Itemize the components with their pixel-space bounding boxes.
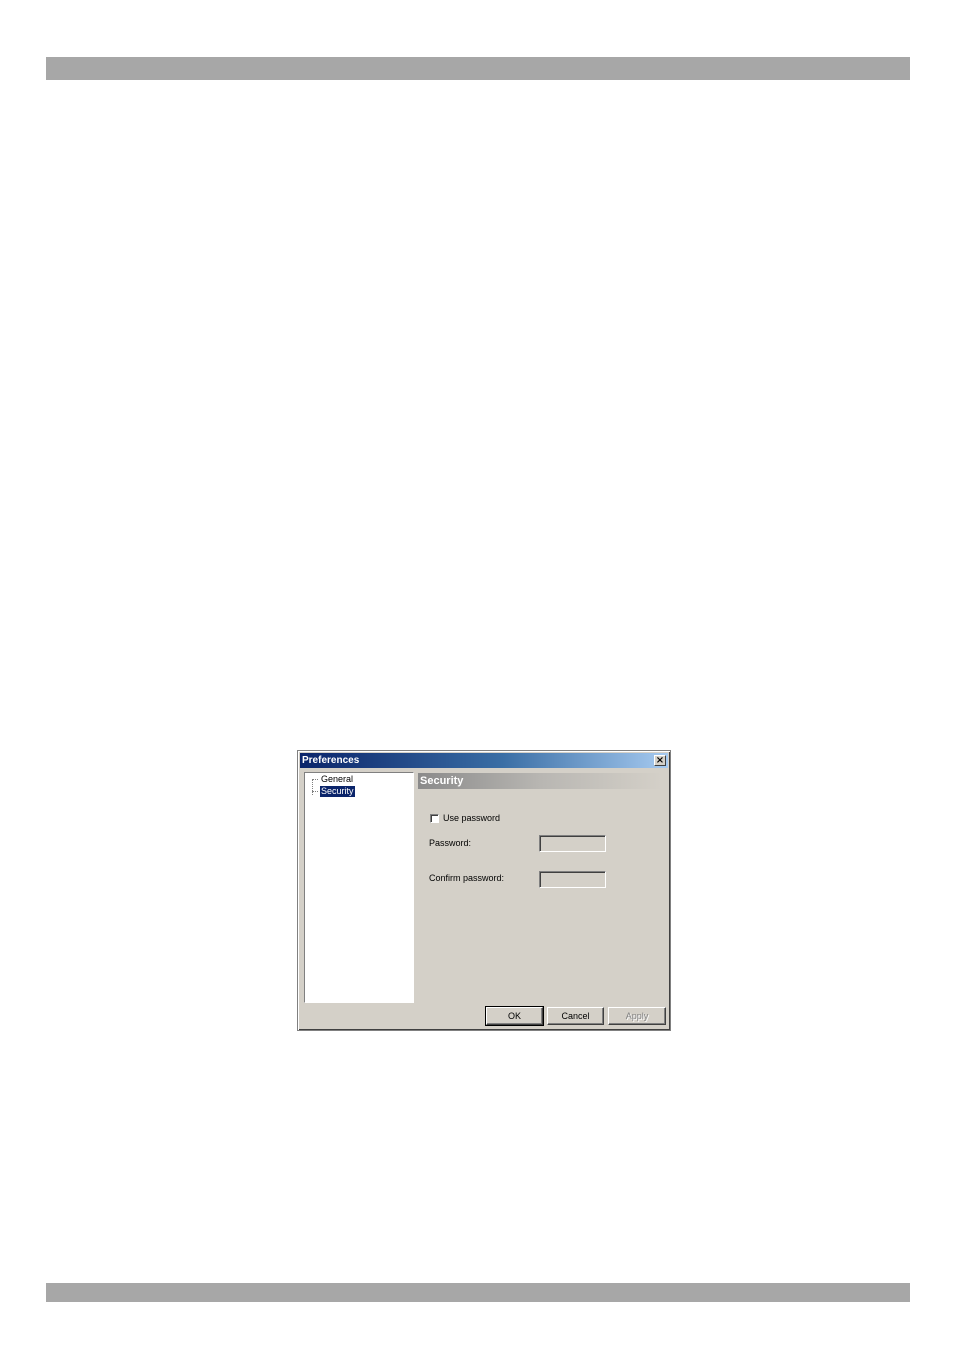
close-button[interactable]: × <box>654 755 666 766</box>
tree-connector <box>312 791 318 792</box>
tree-item-general[interactable]: General <box>320 774 354 785</box>
password-label: Password: <box>429 838 472 848</box>
preferences-tree: General Security <box>304 772 414 1003</box>
section-title: Security <box>420 775 464 787</box>
cancel-button[interactable]: Cancel <box>547 1007 604 1025</box>
tree-connector <box>312 779 319 795</box>
tree-connector <box>312 779 318 780</box>
page-footer-bar <box>46 1283 910 1302</box>
use-password-checkbox[interactable] <box>430 814 439 823</box>
ok-button[interactable]: OK <box>485 1006 544 1026</box>
dialog-titlebar[interactable]: Preferences × <box>300 753 668 768</box>
page-header-bar <box>46 57 910 80</box>
password-field[interactable] <box>539 835 606 852</box>
dialog-title: Preferences <box>302 755 360 766</box>
use-password-label[interactable]: Use password <box>443 813 500 824</box>
confirm-password-field[interactable] <box>539 871 606 888</box>
tree-item-security[interactable]: Security <box>319 785 356 798</box>
close-icon: × <box>655 755 665 766</box>
apply-button[interactable]: Apply <box>608 1007 666 1025</box>
preferences-dialog: Preferences × General Security Security … <box>297 750 671 1031</box>
confirm-password-label: Confirm password: <box>429 873 505 883</box>
section-header: Security <box>418 773 662 789</box>
